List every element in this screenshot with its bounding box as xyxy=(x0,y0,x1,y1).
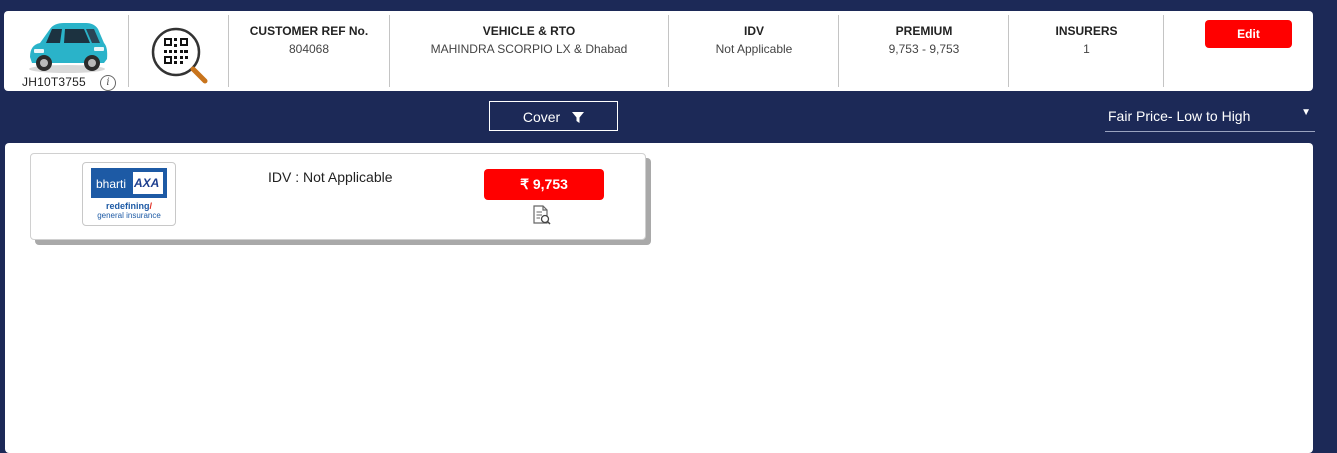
customer-ref-value: 804068 xyxy=(288,42,330,56)
idv-value: Not Applicable xyxy=(715,42,793,56)
cover-filter-button[interactable]: Cover xyxy=(489,101,618,131)
idv-label: IDV xyxy=(743,24,764,38)
insurer-brand-text: bharti xyxy=(96,177,127,191)
divider xyxy=(228,15,229,87)
qr-search-icon[interactable] xyxy=(150,26,210,86)
insurer-tagline-primary: redefining/ xyxy=(105,201,153,211)
vehicle-cell: JH10T3755 i xyxy=(4,11,129,91)
insurer-tagline-1: redefining xyxy=(105,201,150,211)
divider xyxy=(838,15,839,87)
insurer-tagline-2: general insurance xyxy=(97,211,161,220)
car-image xyxy=(29,23,108,73)
quote-idv-text: IDV : Not Applicable xyxy=(268,169,393,185)
premium-column: PREMIUM 9,753 - 9,753 xyxy=(844,24,1004,56)
buy-price-button[interactable]: ₹ 9,753 xyxy=(484,169,604,200)
premium-label: PREMIUM xyxy=(895,24,953,38)
quote-card: bharti AXA redefining/ general insurance… xyxy=(30,153,646,240)
idv-column: IDV Not Applicable xyxy=(674,24,834,56)
customer-ref-column: CUSTOMER REF No. 804068 xyxy=(234,24,384,56)
sort-select[interactable]: Fair Price- Low to High ▼ xyxy=(1105,104,1315,132)
divider xyxy=(128,15,129,87)
vehicle-rto-label: VEHICLE & RTO xyxy=(482,24,576,38)
vehicle-rto-value: MAHINDRA SCORPIO LX & Dhabad xyxy=(430,42,628,56)
insurers-value: 1 xyxy=(1083,42,1090,56)
chevron-down-icon: ▼ xyxy=(1301,107,1311,118)
cover-filter-label: Cover xyxy=(522,109,561,125)
premium-value: 9,753 - 9,753 xyxy=(888,42,960,56)
divider xyxy=(1163,15,1164,87)
insurer-logo-banner: bharti AXA xyxy=(91,168,167,198)
vehicle-registration: JH10T3755 xyxy=(22,75,86,89)
customer-ref-label: CUSTOMER REF No. xyxy=(249,24,369,38)
divider xyxy=(1008,15,1009,87)
divider xyxy=(389,15,390,87)
insurer-logo: bharti AXA redefining/ general insurance xyxy=(82,162,176,226)
sort-selected-value: Fair Price- Low to High xyxy=(1108,108,1251,124)
axa-text: AXA xyxy=(134,176,160,190)
document-search-icon[interactable] xyxy=(531,205,551,225)
vehicle-rto-column: VEHICLE & RTO MAHINDRA SCORPIO LX & Dhab… xyxy=(394,24,664,56)
divider xyxy=(668,15,669,87)
info-icon[interactable]: i xyxy=(100,75,116,91)
insurers-column: INSURERS 1 xyxy=(1014,24,1159,56)
summary-header: JH10T3755 i CUSTOMER REF No. 804068 VEHI… xyxy=(4,11,1313,91)
insurers-label: INSURERS xyxy=(1055,24,1118,38)
edit-button[interactable]: Edit xyxy=(1205,20,1292,48)
filter-icon xyxy=(572,112,585,123)
axa-mark: AXA xyxy=(133,172,163,194)
